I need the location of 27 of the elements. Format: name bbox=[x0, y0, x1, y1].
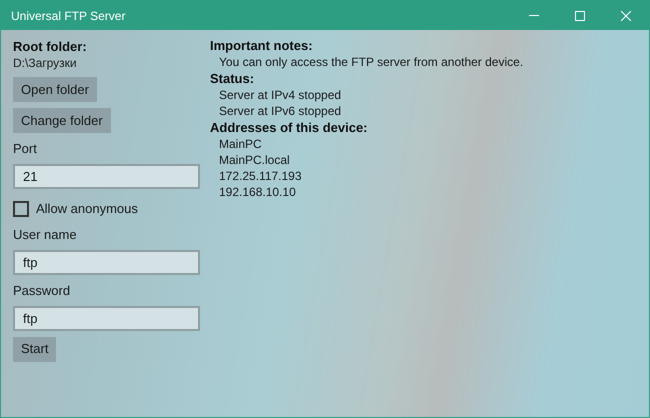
section-heading: Status: bbox=[210, 70, 256, 87]
folder-button[interactable]: Change folder bbox=[13, 108, 111, 133]
section-heading: Addresses of this device: bbox=[210, 119, 368, 136]
field-label: User name bbox=[13, 226, 78, 244]
window-title: Universal FTP Server bbox=[11, 8, 126, 24]
anonymous-checkbox[interactable]: Allow anonymous bbox=[13, 199, 138, 218]
minimize-icon bbox=[529, 15, 539, 16]
info-line: 172.25.117.193 bbox=[218, 168, 303, 184]
input-field[interactable]: ftp bbox=[13, 250, 200, 274]
info-line: MainPC bbox=[218, 136, 263, 152]
info-line: You can only access the FTP server from another device. bbox=[218, 54, 524, 70]
folder-button[interactable]: Open folder bbox=[13, 77, 97, 102]
input-field[interactable]: 21 bbox=[13, 164, 200, 189]
info-line: Server at IPv6 stopped bbox=[218, 103, 342, 119]
info-line: Server at IPv4 stopped bbox=[218, 87, 342, 103]
maximize-icon bbox=[575, 10, 585, 20]
field-label: Port bbox=[13, 140, 38, 158]
close-icon bbox=[621, 10, 631, 20]
info-line: 192.168.10.10 bbox=[218, 184, 297, 200]
field-label: Password bbox=[13, 282, 72, 300]
section-heading: Important notes: bbox=[210, 37, 314, 54]
info-line: MainPC.local bbox=[218, 152, 291, 168]
start-button[interactable]: Start bbox=[13, 336, 56, 362]
checkbox[interactable] bbox=[13, 200, 29, 217]
input-field[interactable]: ftp bbox=[13, 306, 200, 330]
root-folder-path: D:\Загрузки bbox=[13, 55, 78, 71]
root-folder-label: Root folder: bbox=[13, 38, 88, 55]
